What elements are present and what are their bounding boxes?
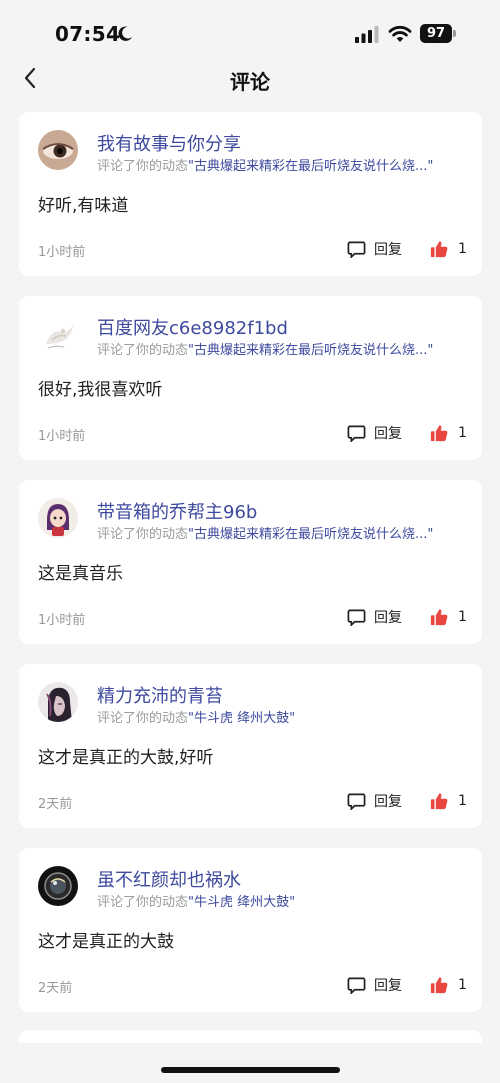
wifi-icon <box>388 25 412 42</box>
reply-button[interactable]: 回复 <box>347 790 402 812</box>
avatar[interactable] <box>38 314 78 354</box>
comment-text: 这是真音乐 <box>38 564 123 584</box>
like-count: 1 <box>458 241 467 257</box>
action-prefix: 评论了你的动态 <box>97 527 189 542</box>
comment-card: 百度网友c6e8982f1bd 评论了你的动态"古典爆起来精彩在最后听烧友说什么… <box>19 296 482 460</box>
comment-username[interactable]: 虽不红颜却也祸水 <box>97 866 241 892</box>
reply-button[interactable]: 回复 <box>347 974 402 996</box>
post-quote: "古典爆起来精彩在最后听烧友说什么烧..." <box>188 343 434 358</box>
eye-avatar-image <box>38 130 78 170</box>
home-indicator[interactable] <box>161 1067 340 1073</box>
like-count: 1 <box>458 425 467 441</box>
post-quote: "牛斗虎 绛州大鼓" <box>188 895 296 910</box>
orb-avatar-image <box>38 866 78 906</box>
like-count: 1 <box>458 609 467 625</box>
like-button[interactable]: 1 <box>430 790 467 812</box>
avatar[interactable] <box>38 130 78 170</box>
like-button[interactable]: 1 <box>430 974 467 996</box>
moon-icon <box>118 26 133 41</box>
comment-username[interactable]: 我有故事与你分享 <box>97 130 241 156</box>
comment-time: 2天前 <box>38 797 73 812</box>
signal-icon <box>355 26 379 43</box>
comment-bubble-icon <box>347 609 366 626</box>
post-quote: "古典爆起来精彩在最后听烧友说什么烧..." <box>188 527 434 542</box>
comment-bubble-icon <box>347 977 366 994</box>
reply-button[interactable]: 回复 <box>347 238 402 260</box>
action-prefix: 评论了你的动态 <box>97 343 189 358</box>
action-prefix: 评论了你的动态 <box>97 895 189 910</box>
like-button[interactable]: 1 <box>430 238 467 260</box>
reply-button[interactable]: 回复 <box>347 606 402 628</box>
battery-indicator: 97 <box>420 24 456 43</box>
portrait-avatar-image <box>38 682 78 722</box>
comment-text: 好听,有味道 <box>38 196 129 216</box>
thumbs-up-icon <box>430 425 448 442</box>
thumbs-up-icon <box>430 609 448 626</box>
comment-text: 很好,我很喜欢听 <box>38 380 163 400</box>
like-button[interactable]: 1 <box>430 606 467 628</box>
action-prefix: 评论了你的动态 <box>97 711 189 726</box>
comment-card: 精力充沛的青苔 评论了你的动态"牛斗虎 绛州大鼓" 这才是真正的大鼓,好听 2天… <box>19 664 482 828</box>
comment-card: 虽不红颜却也祸水 评论了你的动态"牛斗虎 绛州大鼓" 这才是真正的大鼓 2天前 … <box>19 848 482 1012</box>
comment-text: 这才是真正的大鼓 <box>38 932 174 952</box>
bird-avatar-image <box>38 314 78 354</box>
comments-screen: 07:54 97 评论 我有故事与你分享 评论了你的动态"古典爆起来精彩在最后听… <box>0 0 500 1083</box>
action-prefix: 评论了你的动态 <box>97 159 189 174</box>
battery-level: 97 <box>426 26 446 41</box>
reply-label: 回复 <box>374 426 402 442</box>
comment-action-line[interactable]: 评论了你的动态"牛斗虎 绛州大鼓" <box>97 891 295 910</box>
comment-action-line[interactable]: 评论了你的动态"牛斗虎 绛州大鼓" <box>97 707 295 726</box>
reply-label: 回复 <box>374 978 402 994</box>
thumbs-up-icon <box>430 793 448 810</box>
reply-label: 回复 <box>374 794 402 810</box>
comment-card: 我有故事与你分享 评论了你的动态"古典爆起来精彩在最后听烧友说什么烧..." 好… <box>19 112 482 276</box>
comment-card: 带音箱的乔帮主96b 评论了你的动态"古典爆起来精彩在最后听烧友说什么烧..."… <box>19 480 482 644</box>
status-time: 07:54 <box>55 22 121 46</box>
reply-label: 回复 <box>374 610 402 626</box>
post-quote: "牛斗虎 绛州大鼓" <box>188 711 296 726</box>
battery-tip <box>453 30 456 37</box>
comment-username[interactable]: 带音箱的乔帮主96b <box>97 498 257 524</box>
comment-list: 我有故事与你分享 评论了你的动态"古典爆起来精彩在最后听烧友说什么烧..." 好… <box>19 112 482 1032</box>
reply-button[interactable]: 回复 <box>347 422 402 444</box>
comment-bubble-icon <box>347 793 366 810</box>
avatar[interactable] <box>38 498 78 538</box>
comment-time: 1小时前 <box>38 245 86 260</box>
comment-text: 这才是真正的大鼓,好听 <box>38 748 214 768</box>
comment-bubble-icon <box>347 425 366 442</box>
page-title: 评论 <box>230 70 270 94</box>
nav-bar: 评论 <box>0 56 500 100</box>
comment-time: 1小时前 <box>38 429 86 444</box>
comment-action-line[interactable]: 评论了你的动态"古典爆起来精彩在最后听烧友说什么烧..." <box>97 339 433 358</box>
comment-time: 1小时前 <box>38 613 86 628</box>
comment-time: 2天前 <box>38 981 73 996</box>
bottom-safe-area <box>0 1043 500 1083</box>
reply-label: 回复 <box>374 242 402 258</box>
thumbs-up-icon <box>430 241 448 258</box>
avatar[interactable] <box>38 682 78 722</box>
status-bar: 07:54 97 <box>0 0 500 62</box>
comment-username[interactable]: 精力充沛的青苔 <box>97 682 223 708</box>
comment-username[interactable]: 百度网友c6e8982f1bd <box>97 314 288 340</box>
cartoon-girl-avatar-image <box>38 498 78 538</box>
thumbs-up-icon <box>430 977 448 994</box>
comment-action-line[interactable]: 评论了你的动态"古典爆起来精彩在最后听烧友说什么烧..." <box>97 155 433 174</box>
comment-action-line[interactable]: 评论了你的动态"古典爆起来精彩在最后听烧友说什么烧..." <box>97 523 433 542</box>
avatar[interactable] <box>38 866 78 906</box>
like-count: 1 <box>458 793 467 809</box>
post-quote: "古典爆起来精彩在最后听烧友说什么烧..." <box>188 159 434 174</box>
like-count: 1 <box>458 977 467 993</box>
comment-bubble-icon <box>347 241 366 258</box>
like-button[interactable]: 1 <box>430 422 467 444</box>
